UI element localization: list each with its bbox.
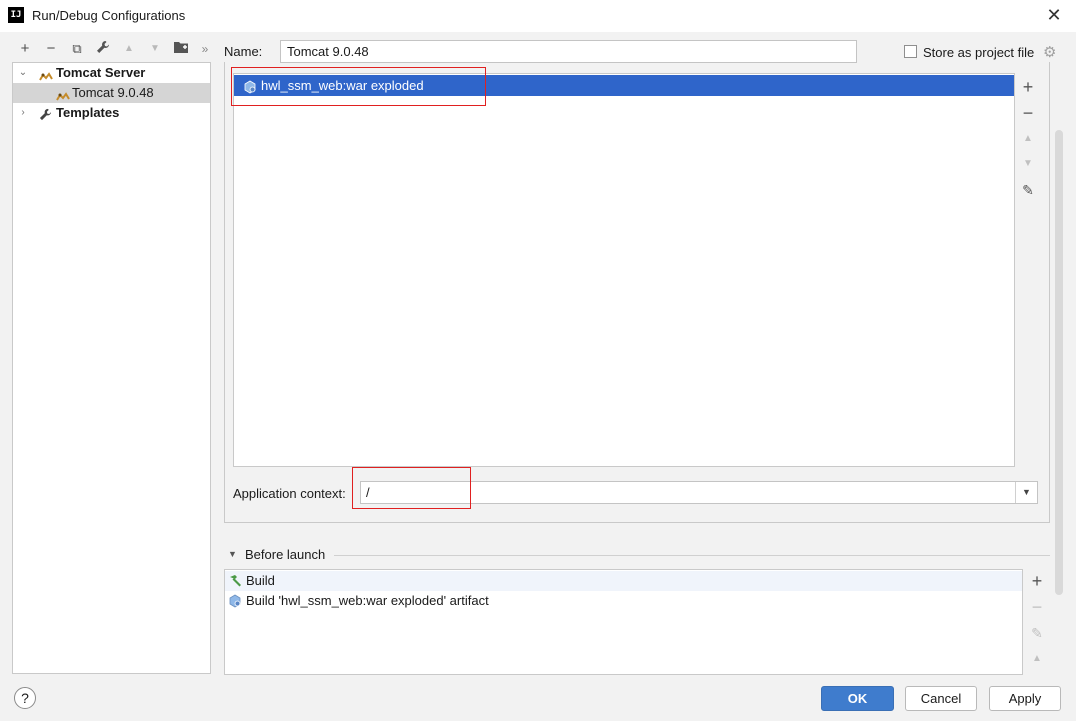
store-as-project-file-checkbox[interactable] — [904, 45, 917, 58]
wrench-icon[interactable] — [94, 40, 112, 58]
add-task-button[interactable]: + — [1027, 571, 1047, 591]
edit-icon[interactable]: ✎ — [1018, 180, 1038, 200]
more-icon[interactable]: » — [196, 40, 214, 58]
window-title: Run/Debug Configurations — [32, 8, 186, 23]
store-as-project-file-label: Store as project file — [923, 45, 1035, 60]
list-item-label: Build 'hwl_ssm_web:war exploded' artifac… — [246, 593, 489, 608]
name-input[interactable]: Tomcat 9.0.48 — [280, 40, 857, 63]
cancel-button[interactable]: Cancel — [905, 686, 977, 711]
tree-item-label: Tomcat Server — [56, 65, 146, 80]
remove-task-button[interactable]: − — [1027, 597, 1047, 617]
name-label: Name: — [224, 44, 263, 59]
copy-config-icon[interactable]: ⧉ — [68, 40, 86, 58]
chevron-down-icon[interactable]: ▼ — [1015, 482, 1037, 503]
chevron-right-icon[interactable]: › — [17, 103, 29, 123]
tree-item-label: Tomcat 9.0.48 — [72, 85, 154, 100]
move-up-icon[interactable]: ▲ — [120, 40, 138, 58]
list-item[interactable]: Build 'hwl_ssm_web:war exploded' artifac… — [225, 591, 1022, 611]
intellij-logo-icon: IJ — [8, 7, 24, 23]
add-config-icon[interactable]: + — [16, 40, 34, 58]
remove-artifact-button[interactable]: − — [1018, 103, 1038, 123]
artifact-list: hwl_ssm_web:war exploded — [233, 73, 1015, 467]
configuration-tree: ⌄ Tomcat Server Tomcat 9.0.48 › Template… — [12, 62, 211, 674]
move-down-icon[interactable]: ▼ — [1018, 154, 1038, 174]
add-artifact-button[interactable]: + — [1018, 77, 1038, 97]
artifact-icon — [228, 594, 242, 614]
before-launch-list: Build Build 'hwl_ssm_web:war exploded' a… — [224, 569, 1023, 675]
chevron-down-icon[interactable]: ⌄ — [17, 63, 29, 83]
apply-button[interactable]: Apply — [989, 686, 1061, 711]
tree-item-label: Templates — [56, 105, 120, 120]
tree-item-tomcat-9[interactable]: Tomcat 9.0.48 — [13, 83, 210, 103]
tree-item-templates[interactable]: › Templates — [13, 103, 210, 123]
move-down-icon[interactable]: ▼ — [146, 40, 164, 58]
move-up-icon[interactable]: ▲ — [1027, 649, 1047, 669]
vertical-scrollbar[interactable] — [1055, 130, 1063, 595]
list-item[interactable]: Build — [225, 571, 1022, 591]
before-launch-header[interactable]: Before launch — [245, 547, 325, 562]
list-item-label: Build — [246, 573, 275, 588]
collapse-icon[interactable]: ▼ — [228, 549, 237, 559]
move-up-icon[interactable]: ▲ — [1018, 129, 1038, 149]
edit-icon[interactable]: ✎ — [1027, 623, 1047, 643]
help-button[interactable]: ? — [14, 687, 36, 709]
tree-item-tomcat-server[interactable]: ⌄ Tomcat Server — [13, 63, 210, 83]
gear-icon[interactable]: ⚙ — [1043, 43, 1056, 61]
annotation-box — [231, 67, 486, 106]
divider — [334, 555, 1050, 556]
annotation-box — [352, 467, 471, 509]
ok-button[interactable]: OK — [821, 686, 894, 711]
close-icon[interactable]: ✕ — [1043, 4, 1065, 26]
remove-config-icon[interactable]: − — [42, 40, 60, 58]
application-context-label: Application context: — [233, 486, 346, 501]
wrench-icon — [39, 107, 52, 127]
folder-icon[interactable] — [172, 40, 190, 58]
